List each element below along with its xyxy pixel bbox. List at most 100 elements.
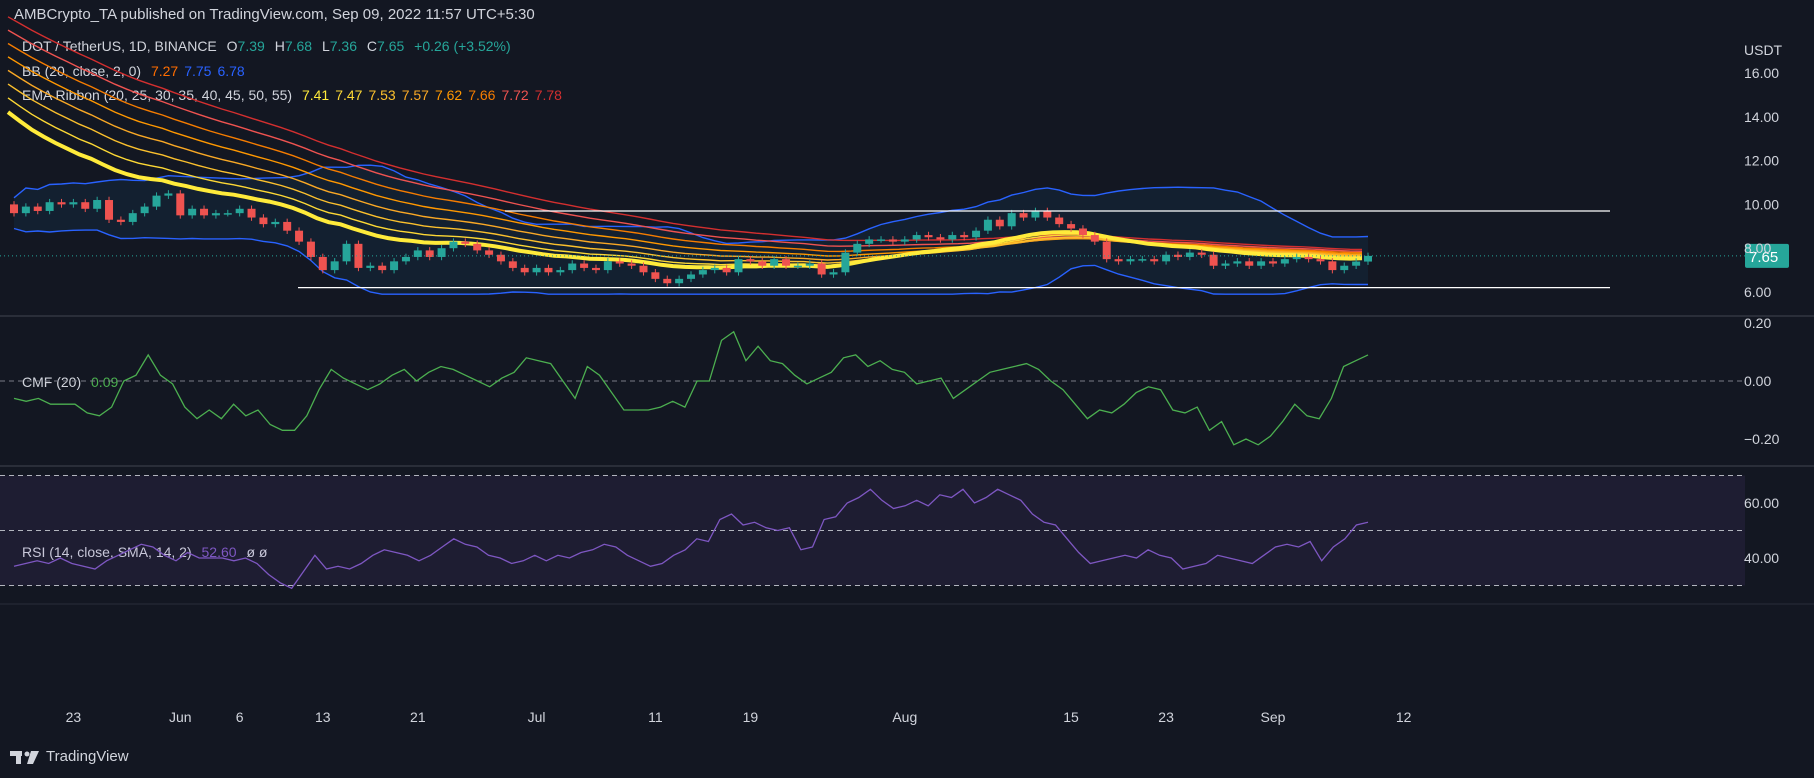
time-tick-label: 23: [66, 709, 82, 725]
time-tick-label: 19: [743, 709, 759, 725]
candle-body: [271, 221, 280, 225]
candle-body: [1150, 259, 1159, 262]
candle-body: [1340, 265, 1349, 271]
candle-body: [1114, 259, 1123, 262]
candle-body: [235, 208, 244, 214]
price-tick-label: 16.00: [1744, 65, 1779, 81]
time-tick-label: 12: [1396, 709, 1412, 725]
candle-body: [675, 278, 684, 284]
candle-body: [449, 241, 458, 249]
candle-body: [817, 263, 826, 275]
candle-body: [223, 213, 232, 215]
time-tick-label: 23: [1158, 709, 1174, 725]
candle-body: [1328, 261, 1337, 271]
time-tick-label: 21: [410, 709, 426, 725]
candle-body: [948, 235, 957, 240]
candle-body: [651, 272, 660, 279]
candle-body: [1197, 252, 1206, 255]
candle-body: [770, 259, 779, 266]
candle-body: [247, 208, 256, 218]
candle-body: [378, 265, 387, 271]
candle-body: [936, 237, 945, 240]
candle-body: [188, 208, 197, 216]
time-tick-label: 13: [315, 709, 331, 725]
candle-body: [615, 261, 624, 264]
candle-body: [805, 263, 814, 266]
time-tick-label: 6: [236, 709, 244, 725]
currency-label: USDT: [1744, 42, 1783, 58]
cmf-line: [13, 330, 1369, 446]
candle-body: [1043, 210, 1052, 218]
candle-body: [69, 202, 78, 205]
candle-body: [687, 274, 695, 279]
candle-body: [57, 202, 66, 205]
candle-body: [485, 250, 494, 255]
candle-body: [698, 270, 707, 275]
candle-body: [888, 239, 897, 242]
candle-body: [140, 206, 149, 214]
candle-body: [1102, 241, 1111, 260]
candle-body: [1126, 259, 1135, 262]
candle-body: [283, 221, 292, 231]
candle-body: [211, 213, 220, 216]
candle-body: [1007, 213, 1016, 227]
time-tick-label: 11: [648, 709, 663, 725]
candle-body: [793, 265, 802, 268]
candle-body: [1221, 263, 1230, 266]
candle-body: [663, 278, 672, 284]
cmf-tick-label: 0.20: [1744, 315, 1771, 331]
candle-body: [105, 200, 114, 220]
price-tick-label: 8.00: [1744, 240, 1771, 256]
candle-body: [758, 261, 767, 266]
candle-body: [1090, 235, 1099, 242]
candle-body: [45, 202, 54, 211]
candle-body: [10, 204, 18, 214]
time-tick-label: Jul: [528, 709, 546, 725]
candle-body: [1364, 255, 1372, 262]
tradingview-footer[interactable]: TradingView: [10, 748, 129, 765]
candle-body: [93, 200, 102, 209]
candle-body: [1019, 213, 1028, 218]
tradingview-logo-icon: [10, 750, 39, 764]
price-chart[interactable]: 7.65 USDT16.0014.0012.0010.008.006.000.2…: [0, 0, 1814, 778]
price-tick-label: 6.00: [1744, 284, 1771, 300]
candle-body: [734, 259, 743, 273]
candle-body: [710, 267, 719, 271]
candle-body: [877, 239, 886, 241]
candle-body: [1055, 217, 1064, 225]
time-tick-label: Sep: [1261, 709, 1286, 725]
candle-body: [960, 235, 969, 238]
rsi-tick-label: 60.00: [1744, 495, 1779, 511]
candle-body: [354, 243, 363, 268]
candle-body: [128, 213, 137, 222]
price-tick-label: 12.00: [1744, 153, 1779, 169]
candle-body: [200, 208, 209, 216]
candle-body: [900, 239, 909, 242]
candle-body: [532, 267, 541, 273]
candle-body: [21, 206, 30, 214]
candle-body: [746, 259, 755, 262]
candle-body: [116, 219, 125, 222]
candle-body: [1280, 259, 1289, 264]
candle-body: [318, 256, 327, 271]
candle-body: [924, 235, 933, 238]
candle-body: [401, 256, 410, 262]
candle-body: [912, 235, 921, 240]
candle-body: [556, 270, 565, 273]
candle-body: [461, 241, 470, 244]
candle-body: [639, 265, 648, 273]
candle-body: [722, 267, 731, 273]
candle-body: [972, 230, 981, 238]
price-tick-label: 10.00: [1744, 196, 1779, 212]
candle-body: [1067, 224, 1076, 229]
candle-body: [1209, 254, 1218, 266]
candle-body: [390, 261, 399, 271]
rsi-tick-label: 40.00: [1744, 550, 1779, 566]
candle-body: [473, 243, 482, 251]
candle-body: [853, 243, 862, 253]
time-tick-label: 15: [1063, 709, 1079, 725]
candle-body: [829, 272, 838, 275]
candle-body: [1031, 210, 1040, 218]
candle-body: [176, 193, 185, 216]
candle-body: [1352, 261, 1361, 266]
